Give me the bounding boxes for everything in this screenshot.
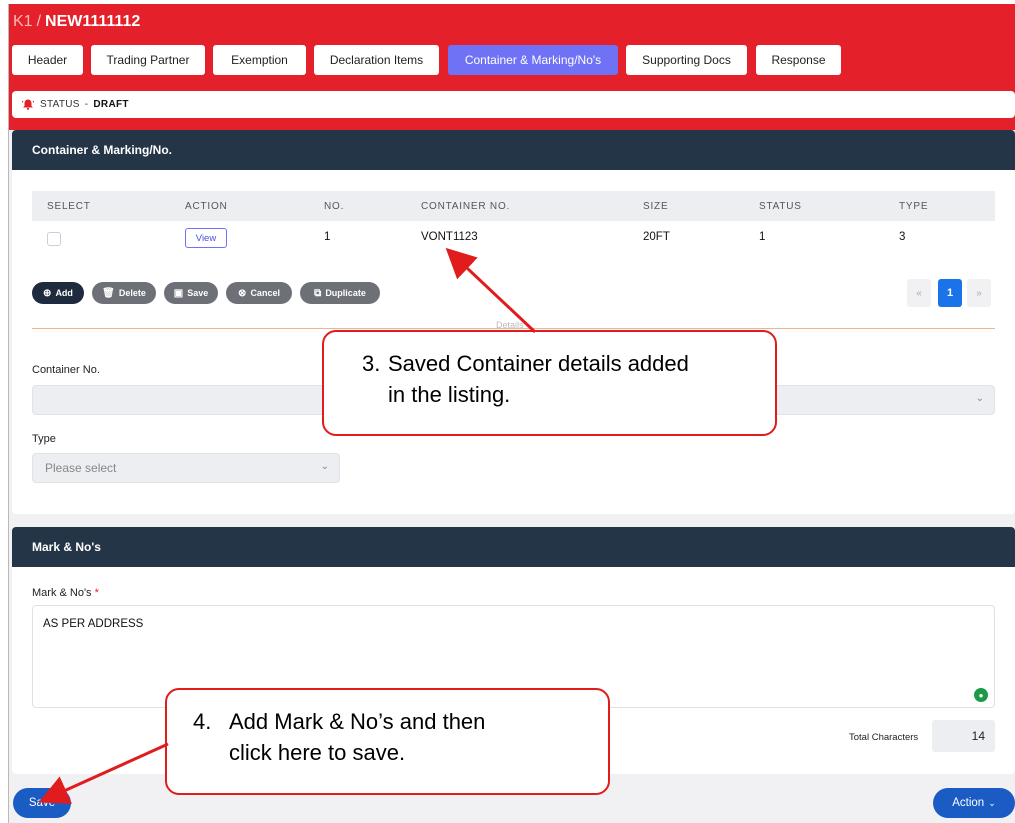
chevron-down-icon: ⌄: [320, 461, 329, 472]
callout-4: 4. Add Mark & No’s and then click here t…: [165, 688, 610, 795]
callout-4-line1: Add Mark & No’s and then: [229, 709, 486, 734]
container-card: Container & Marking/No. SELECT ACTION NO…: [12, 130, 1015, 514]
callout-3-line1: Saved Container details added: [388, 351, 689, 376]
mark-label-text: Mark & No's: [32, 587, 92, 599]
details-divider: [32, 328, 995, 329]
top-header: K1/NEW1111112 Header Trading Partner Exe…: [9, 4, 1015, 130]
cell-container-no: VONT1123: [421, 231, 478, 243]
trash-icon: 🗑: [102, 287, 115, 299]
table-row[interactable]: View 1 VONT1123 20FT 1 3: [32, 222, 995, 254]
type-select[interactable]: Please select ⌄: [32, 453, 340, 483]
callout-3: 3. Saved Container details added in the …: [322, 330, 777, 436]
cancel-label: Cancel: [250, 288, 280, 298]
save-row-label: Save: [187, 288, 209, 298]
delete-button[interactable]: 🗑 Delete: [92, 282, 156, 304]
add-label: Add: [55, 288, 73, 298]
tab-supporting-docs[interactable]: Supporting Docs: [626, 45, 747, 75]
cell-type: 3: [899, 231, 906, 243]
col-no: NO.: [324, 200, 345, 212]
bell-icon: [22, 99, 34, 110]
plus-circle-icon: ⊕: [43, 287, 52, 299]
type-placeholder: Please select: [45, 461, 117, 475]
container-section-title: Container & Marking/No.: [12, 130, 1015, 170]
callout-4-number: 4.: [193, 709, 212, 734]
action-button[interactable]: Action ⌄: [933, 788, 1015, 818]
col-container-no: CONTAINER NO.: [421, 200, 511, 212]
callout-3-line2: in the listing.: [388, 382, 511, 407]
pager-prev[interactable]: «: [907, 279, 931, 307]
status-label: STATUS: [40, 99, 80, 110]
cell-status: 1: [759, 231, 766, 243]
action-label: Action: [952, 797, 985, 809]
col-status: STATUS: [759, 200, 802, 212]
chevron-down-icon: ⌄: [975, 393, 984, 404]
status-badge: DRAFT: [93, 99, 129, 110]
save-row-button[interactable]: ▣ Save: [164, 282, 218, 304]
delete-label: Delete: [118, 288, 146, 298]
cell-size: 20FT: [643, 231, 670, 243]
x-circle-icon: ⊗: [238, 287, 247, 299]
col-action: ACTION: [185, 200, 228, 212]
tab-container-marking[interactable]: Container & Marking/No's: [448, 45, 618, 75]
breadcrumb-separator: /: [36, 13, 42, 30]
robot-icon[interactable]: ●: [974, 688, 988, 702]
mark-value: AS PER ADDRESS: [43, 618, 144, 630]
status-dash: -: [84, 99, 89, 110]
mark-section-title: Mark & No's: [12, 527, 1015, 567]
container-no-label: Container No.: [32, 364, 100, 376]
cell-no: 1: [324, 231, 331, 243]
tab-trading-partner[interactable]: Trading Partner: [91, 45, 205, 75]
pager-page-1[interactable]: 1: [938, 279, 962, 307]
table-header: SELECT ACTION NO. CONTAINER NO. SIZE STA…: [32, 191, 995, 221]
floppy-icon: ▣: [173, 287, 184, 299]
col-type: TYPE: [899, 200, 929, 212]
status-bar: STATUS - DRAFT: [12, 91, 1015, 118]
save-button[interactable]: Save: [13, 788, 71, 818]
breadcrumb-doc: NEW1111112: [45, 13, 141, 30]
tab-response[interactable]: Response: [756, 45, 841, 75]
chevron-down-icon: ⌄: [988, 797, 996, 808]
pager-next[interactable]: »: [967, 279, 991, 307]
callout-4-line2: click here to save.: [229, 740, 406, 765]
total-characters-value: 14: [932, 720, 995, 752]
tab-exemption[interactable]: Exemption: [213, 45, 306, 75]
type-label: Type: [32, 433, 56, 445]
tab-header[interactable]: Header: [12, 45, 83, 75]
view-button[interactable]: View: [185, 228, 227, 248]
copy-icon: ⧉: [314, 287, 322, 299]
row-checkbox[interactable]: [47, 232, 61, 246]
col-select: SELECT: [47, 200, 91, 212]
duplicate-button[interactable]: ⧉ Duplicate: [300, 282, 380, 304]
total-characters-label: Total Characters: [849, 732, 919, 743]
breadcrumb: K1/NEW1111112: [13, 13, 140, 31]
add-button[interactable]: ⊕ Add: [32, 282, 84, 304]
cancel-button[interactable]: ⊗ Cancel: [226, 282, 292, 304]
col-size: SIZE: [643, 200, 669, 212]
duplicate-label: Duplicate: [325, 288, 366, 298]
breadcrumb-root[interactable]: K1: [13, 13, 33, 30]
mark-field-label: Mark & No's *: [32, 587, 99, 599]
callout-3-number: 3.: [362, 351, 381, 376]
tab-declaration-items[interactable]: Declaration Items: [314, 45, 439, 75]
required-asterisk: *: [94, 587, 99, 599]
